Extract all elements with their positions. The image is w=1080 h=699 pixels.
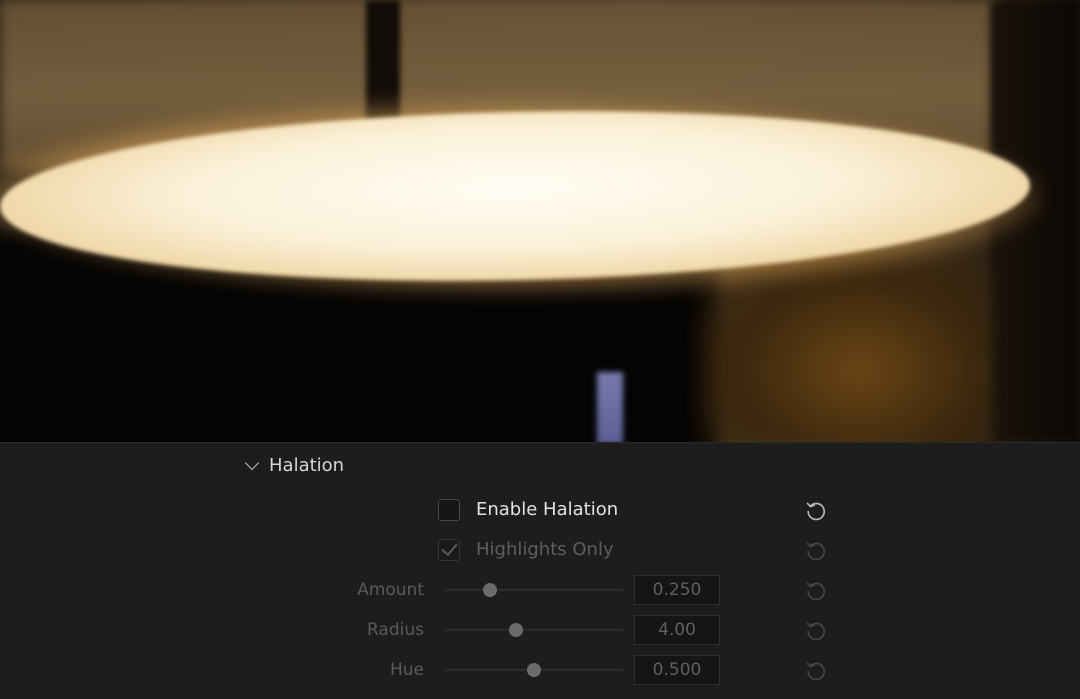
- highlights-only-row: Highlights Only: [0, 535, 1080, 565]
- reset-icon[interactable]: [805, 499, 827, 521]
- amount-slider[interactable]: [445, 583, 623, 597]
- inspector-panel: Halation Enable Halation Highlights Only…: [0, 442, 1080, 699]
- amount-label: Amount: [357, 580, 424, 600]
- radius-value-field[interactable]: 4.00: [634, 615, 720, 645]
- radius-label: Radius: [366, 620, 424, 640]
- hue-slider[interactable]: [445, 663, 623, 677]
- highlights-only-checkbox[interactable]: [438, 538, 460, 561]
- video-viewer: [0, 0, 1080, 442]
- radius-slider[interactable]: [445, 623, 623, 637]
- radius-row: Radius 4.00: [0, 615, 1080, 645]
- slider-knob[interactable]: [509, 623, 524, 637]
- blue-light-streak: [597, 372, 623, 442]
- reset-icon[interactable]: [805, 579, 827, 601]
- reset-icon[interactable]: [805, 539, 827, 561]
- hue-row: Hue 0.500: [0, 655, 1080, 685]
- slider-knob[interactable]: [527, 663, 541, 677]
- hue-value-field[interactable]: 0.500: [634, 655, 720, 685]
- halation-section-header[interactable]: Halation: [244, 453, 344, 477]
- section-title: Halation: [269, 454, 345, 476]
- enable-halation-checkbox[interactable]: [438, 499, 460, 521]
- reset-icon[interactable]: [805, 659, 827, 681]
- amount-row: Amount 0.250: [0, 575, 1080, 605]
- slider-knob[interactable]: [482, 583, 497, 597]
- amount-value-field[interactable]: 0.250: [634, 575, 720, 605]
- reset-icon[interactable]: [805, 619, 827, 641]
- highlights-only-label: Highlights Only: [476, 539, 614, 560]
- chevron-down-icon: [244, 455, 260, 471]
- hue-label: Hue: [389, 660, 424, 680]
- checkmark-icon: [441, 538, 458, 557]
- enable-halation-label: Enable Halation: [476, 499, 619, 520]
- enable-halation-row: Enable Halation: [0, 495, 1080, 525]
